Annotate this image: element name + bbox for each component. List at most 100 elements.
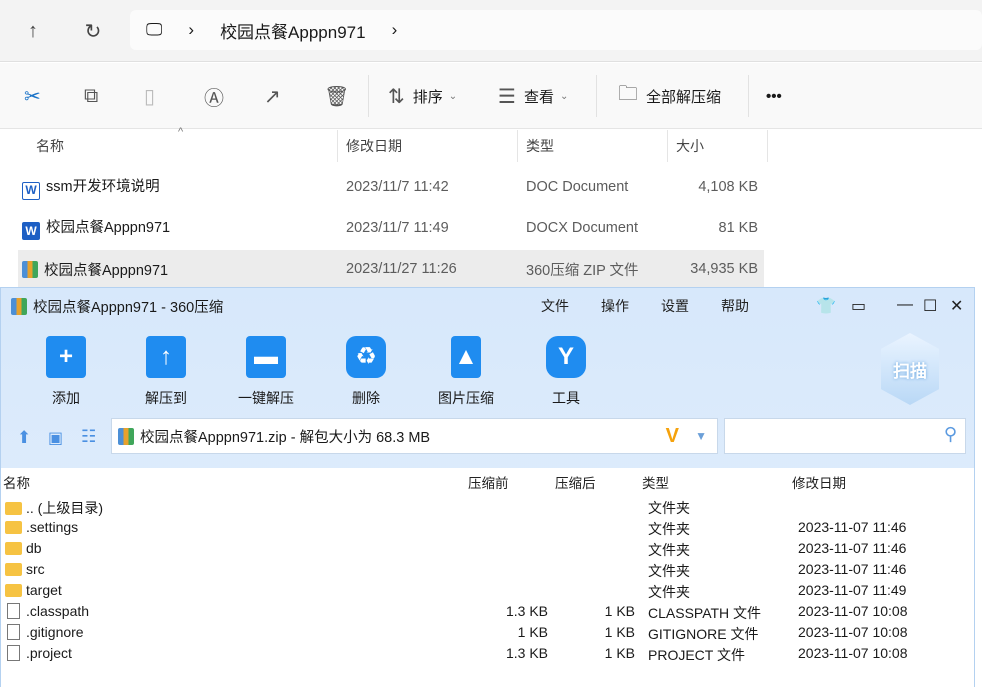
scan-button[interactable]: 扫描	[881, 333, 939, 405]
extract-to-button[interactable]: ↑ 解压到	[126, 336, 206, 408]
thumbnail-view-icon[interactable]: ▣	[48, 428, 63, 448]
menu-operation[interactable]: 操作	[601, 296, 629, 316]
feedback-icon[interactable]: ▭	[851, 296, 866, 316]
row-type: CLASSPATH 文件	[648, 605, 762, 621]
breadcrumb[interactable]: 校园点餐Apppn971	[220, 18, 366, 43]
menu-settings[interactable]: 设置	[661, 296, 689, 316]
row-type: GITIGNORE 文件	[648, 626, 759, 642]
archive-path-bar[interactable]: 校园点餐Apppn971.zip - 解包大小为 68.3 MB V ▼	[111, 418, 718, 454]
row-date: 2023-11-07 10:08	[798, 645, 908, 661]
archive-row[interactable]: .project 1.3 KB 1 KB PROJECT 文件 2023-11-…	[1, 643, 974, 664]
file-row-selected[interactable]: 校园点餐Apppn971 2023/11/27 11:26 360压缩 ZIP …	[18, 250, 764, 288]
sort-button[interactable]: ⇅ 排序 ⌄	[388, 81, 457, 111]
close-button[interactable]: ✕	[950, 296, 963, 316]
explorer-toolbar: ✂ ⧉ ▯ Ⓐ ↗ 🗑 ⇅ 排序 ⌄ ☰ 查看 ⌄ 🗀 全部解压缩 •••	[0, 63, 982, 129]
archive-row[interactable]: .settings 文件夹 2023-11-07 11:46	[1, 517, 974, 538]
row-date: 2023-11-07 11:46	[798, 561, 907, 577]
delete-button[interactable]: ♻ 删除	[326, 336, 406, 408]
archive-row[interactable]: target 文件夹 2023-11-07 11:49	[1, 580, 974, 601]
file-icon	[7, 624, 20, 640]
recycle-icon: ♻	[346, 336, 386, 378]
col-type[interactable]: 类型	[642, 472, 669, 492]
row-after: 1 KB	[604, 645, 635, 661]
row-name: .settings	[26, 519, 79, 535]
extract-to-icon: ↑	[146, 336, 186, 378]
chevron-right-icon[interactable]: ›	[392, 20, 398, 40]
row-date: 2023-11-07 10:08	[798, 603, 908, 619]
row-date: 2023-11-07 10:08	[798, 624, 908, 640]
more-button[interactable]: •••	[766, 81, 782, 111]
tools-button[interactable]: Y 工具	[526, 336, 606, 408]
extract-all-label: 全部解压缩	[646, 88, 722, 106]
maximize-button[interactable]: ☐	[923, 296, 937, 316]
row-name: .classpath	[26, 603, 90, 619]
one-click-extract-icon: ▬	[246, 336, 286, 378]
rename-icon[interactable]: Ⓐ	[204, 81, 232, 111]
row-date: 2023-11-07 11:49	[798, 582, 907, 598]
tools-icon: Y	[546, 336, 586, 378]
col-date[interactable]: 修改日期	[792, 472, 846, 492]
row-name: target	[26, 582, 62, 598]
image-compress-button[interactable]: ▲ 图片压缩	[426, 336, 506, 408]
menu-help[interactable]: 帮助	[721, 296, 749, 316]
archive-row[interactable]: .gitignore 1 KB 1 KB GITIGNORE 文件 2023-1…	[1, 622, 974, 643]
dropdown-arrow-icon[interactable]: ▼	[695, 429, 707, 443]
word-docx-icon: W	[22, 222, 40, 240]
archive-row[interactable]: .. (上级目录) 文件夹	[1, 496, 974, 517]
row-type: 文件夹	[648, 500, 690, 516]
extract-all-button[interactable]: 🗀 全部解压缩	[618, 81, 721, 111]
col-before[interactable]: 压缩前	[468, 472, 509, 492]
folder-icon	[5, 542, 22, 555]
archive-row[interactable]: src 文件夹 2023-11-07 11:46	[1, 559, 974, 580]
row-type: PROJECT 文件	[648, 647, 745, 663]
file-row[interactable]: Wssm开发环境说明 2023/11/7 11:42 DOC Document …	[18, 168, 764, 206]
list-view-icon[interactable]: ☷	[81, 427, 96, 447]
paste-icon[interactable]: ▯	[144, 81, 163, 111]
share-icon[interactable]: ↗	[264, 81, 289, 111]
row-after: 1 KB	[604, 624, 635, 640]
menu-file[interactable]: 文件	[541, 296, 569, 316]
row-name: db	[26, 540, 42, 556]
zip-icon	[22, 260, 38, 278]
search-icon: ⚲	[943, 424, 957, 444]
archive-row[interactable]: db 文件夹 2023-11-07 11:46	[1, 538, 974, 559]
sort-label: 排序	[412, 88, 443, 106]
archive-path: 校园点餐Apppn971.zip - 解包大小为 68.3 MB	[140, 429, 431, 446]
copy-icon[interactable]: ⧉	[84, 81, 106, 111]
row-date: 2023-11-07 11:46	[798, 519, 907, 535]
archive-row[interactable]: .classpath 1.3 KB 1 KB CLASSPATH 文件 2023…	[1, 601, 974, 622]
cut-icon[interactable]: ✂	[24, 81, 49, 111]
window-title: 校园点餐Apppn971 - 360压缩	[11, 296, 223, 317]
row-type: 文件夹	[648, 584, 690, 600]
column-header-date[interactable]: 修改日期	[338, 130, 518, 162]
up-arrow-icon[interactable]: ↑	[18, 16, 48, 46]
zip-app-icon	[11, 298, 27, 315]
row-date: 2023-11-07 11:46	[798, 540, 907, 556]
refresh-icon[interactable]: ↻	[78, 16, 108, 46]
word-doc-icon: W	[22, 181, 40, 200]
one-click-extract-button[interactable]: ▬ 一键解压	[226, 336, 306, 408]
view-button[interactable]: ☰ 查看 ⌄	[498, 81, 568, 111]
address-bar[interactable]: 🖵 › 校园点餐Apppn971 ›	[130, 10, 982, 50]
col-name[interactable]: 名称	[3, 472, 30, 492]
add-icon: +	[46, 336, 86, 378]
file-icon	[7, 645, 20, 661]
computer-icon: 🖵	[146, 20, 163, 39]
row-name: .gitignore	[26, 624, 84, 640]
col-after[interactable]: 压缩后	[555, 472, 596, 492]
row-type: 文件夹	[648, 563, 690, 579]
file-row[interactable]: W 校园点餐Apppn971 2023/11/7 11:49 DOCX Docum…	[18, 209, 764, 247]
column-header-type[interactable]: 类型	[518, 130, 668, 162]
column-header-size[interactable]: 大小	[668, 130, 768, 162]
column-header-name[interactable]: 名称 ^	[28, 126, 338, 162]
search-input[interactable]: ⚲	[724, 418, 966, 454]
row-after: 1 KB	[604, 603, 635, 619]
zip-icon	[118, 427, 134, 445]
add-button[interactable]: + 添加	[26, 336, 106, 408]
row-name: src	[26, 561, 45, 577]
explorer-nav-bar: ↑ ↻ 🖵 › 校园点餐Apppn971 ›	[0, 0, 982, 62]
up-level-icon[interactable]: ⬆	[17, 428, 31, 448]
delete-icon[interactable]: 🗑	[324, 81, 357, 111]
minimize-button[interactable]: —	[897, 296, 913, 314]
skin-icon[interactable]: 👕	[816, 296, 836, 316]
